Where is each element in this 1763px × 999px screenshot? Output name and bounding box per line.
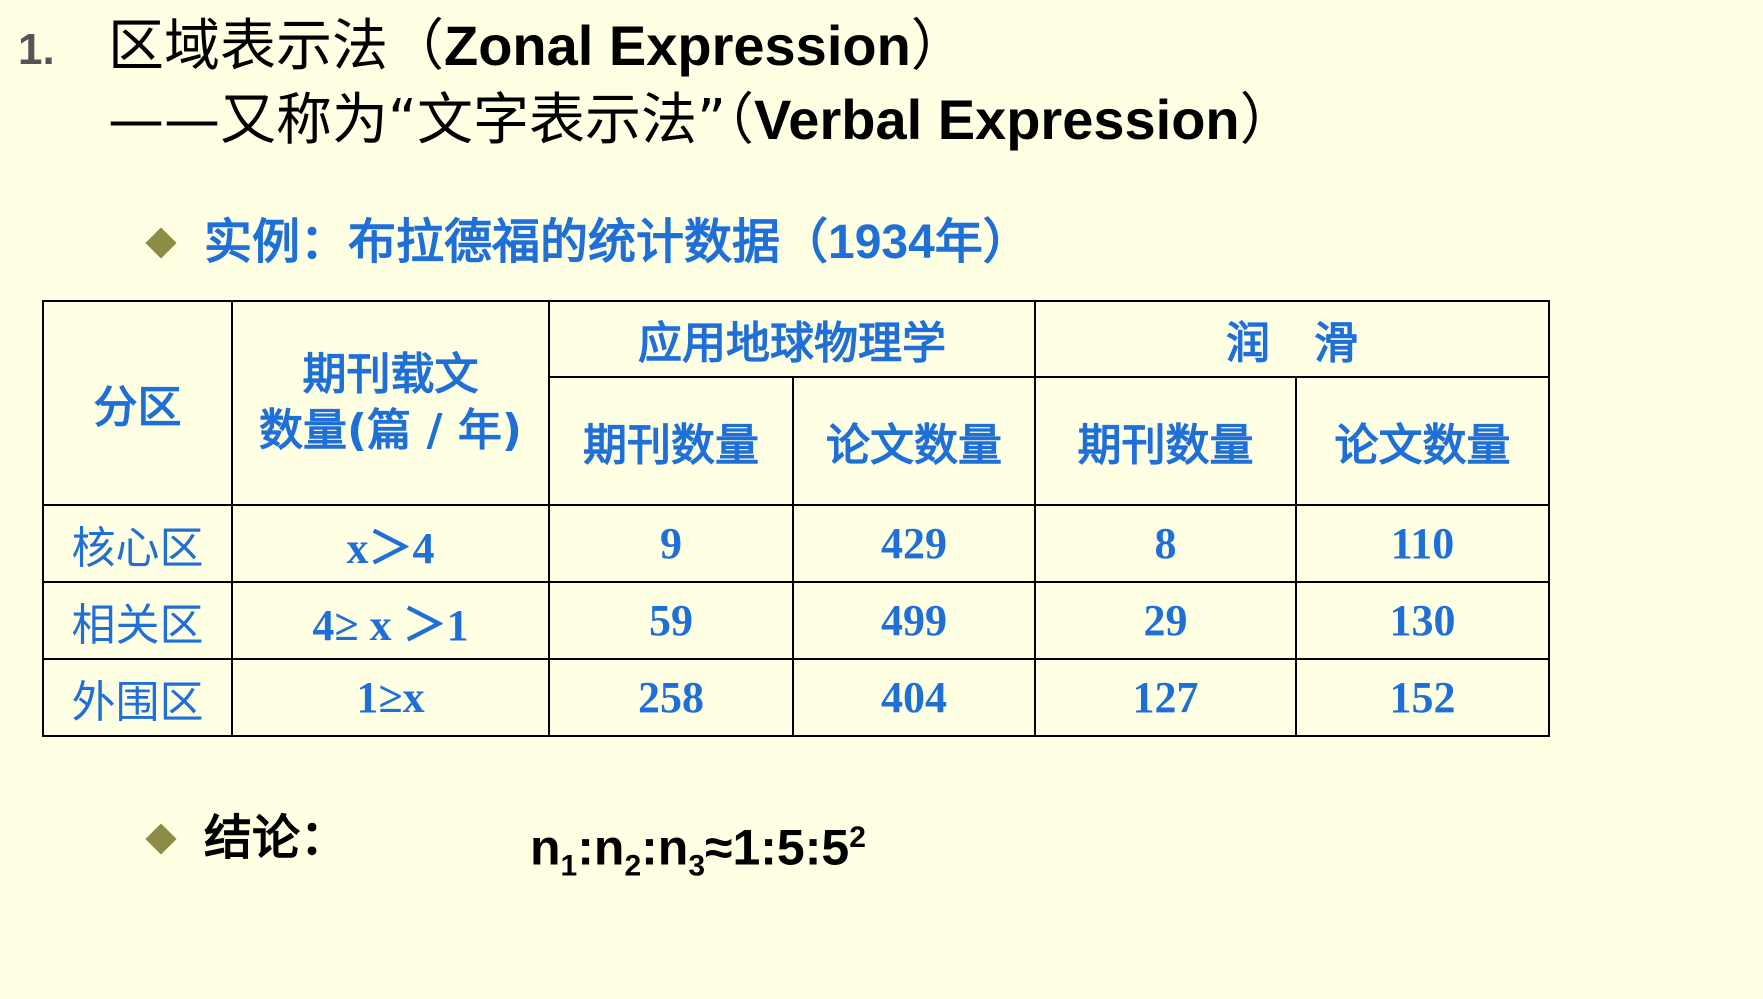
formula-n3: n (657, 819, 689, 876)
conclusion-formula: n1:n2:n3≈1:5:52 (530, 808, 866, 897)
bradford-stats-table: 分区 期刊载文 数量(篇 / 年) 应用地球物理学 润 滑 期刊数量 论文数量 … (42, 300, 1550, 737)
formula-n1: n (530, 819, 561, 876)
header-range-line2: 数量(篇 / 年) (259, 405, 522, 456)
header-range: 期刊载文 数量(篇 / 年) (231, 300, 550, 506)
heading-subtitle-latin: Verbal Expression (754, 88, 1240, 151)
lubrication-journals-cell: 8 (1034, 504, 1297, 583)
header-group-geophysics: 应用地球物理学 (548, 300, 1036, 378)
geophysics-papers-cell: 404 (792, 658, 1036, 737)
table-row: 外围区 1≥x 258 404 127 152 (42, 658, 1550, 737)
diamond-bullet-icon (145, 823, 177, 855)
header-range-line1: 期刊载文 (302, 349, 479, 400)
zone-cell: 核心区 (42, 504, 233, 583)
heading-title-latin: Zonal Expression (444, 14, 911, 77)
header-lubrication-journals: 期刊数量 (1034, 376, 1297, 506)
heading-number: 1. (18, 25, 55, 74)
header-zone: 分区 (42, 300, 233, 506)
geophysics-journals-cell: 9 (548, 504, 794, 583)
heading-title-cjk: 区域表示法（ (108, 14, 444, 79)
conclusion-label: 结论： (204, 810, 349, 866)
range-cell: 4≥ x ＞1 (231, 581, 550, 660)
lubrication-papers-cell: 152 (1295, 658, 1550, 737)
example-caption-text: 实例：布拉德福的统计数据（ (204, 214, 829, 270)
heading-subtitle-close: ） (1239, 88, 1296, 153)
example-caption: 实例：布拉德福的统计数据（1934年） (204, 212, 1031, 273)
lubrication-papers-cell: 110 (1295, 504, 1550, 583)
formula-exponent: 2 (849, 821, 866, 854)
range-cell: x＞4 (231, 504, 550, 583)
heading-subtitle-cjk: ——又称为“文字表示法”（ (108, 88, 755, 153)
formula-approx: ≈ (705, 819, 733, 876)
geophysics-journals-cell: 258 (548, 658, 794, 737)
geophysics-journals-cell: 59 (548, 581, 794, 660)
header-group-lubrication: 润 滑 (1034, 300, 1550, 378)
heading-title-line1: 区域表示法（Zonal Expression） (108, 14, 967, 79)
header-geophysics-journals: 期刊数量 (548, 376, 794, 506)
zone-cell: 外围区 (42, 658, 233, 737)
header-lubrication-papers: 论文数量 (1295, 376, 1550, 506)
formula-sub3: 3 (688, 849, 706, 883)
formula-colon1: : (577, 819, 594, 876)
formula-sub2: 2 (624, 849, 642, 883)
range-cell: 1≥x (231, 658, 550, 737)
lubrication-papers-cell: 130 (1295, 581, 1550, 660)
diamond-bullet-icon (145, 227, 177, 259)
example-caption-tail: 年） (934, 214, 1031, 270)
header-geophysics-papers: 论文数量 (792, 376, 1036, 506)
zone-cell: 相关区 (42, 581, 233, 660)
lubrication-journals-cell: 127 (1034, 658, 1297, 737)
table-row: 核心区 x＞4 9 429 8 110 (42, 504, 1550, 583)
geophysics-papers-cell: 429 (792, 504, 1036, 583)
formula-ratio: 1:5:5 (732, 819, 850, 876)
lubrication-journals-cell: 29 (1034, 581, 1297, 660)
formula-sub1: 1 (560, 849, 578, 883)
heading-title-close: ） (910, 14, 967, 79)
table-row: 相关区 4≥ x ＞1 59 499 29 130 (42, 581, 1550, 660)
example-caption-year: 1934 (828, 216, 935, 269)
formula-colon2: : (641, 819, 658, 876)
heading-subtitle-line2: ——又称为“文字表示法”（Verbal Expression） (108, 88, 1296, 153)
formula-n2: n (593, 819, 625, 876)
geophysics-papers-cell: 499 (792, 581, 1036, 660)
